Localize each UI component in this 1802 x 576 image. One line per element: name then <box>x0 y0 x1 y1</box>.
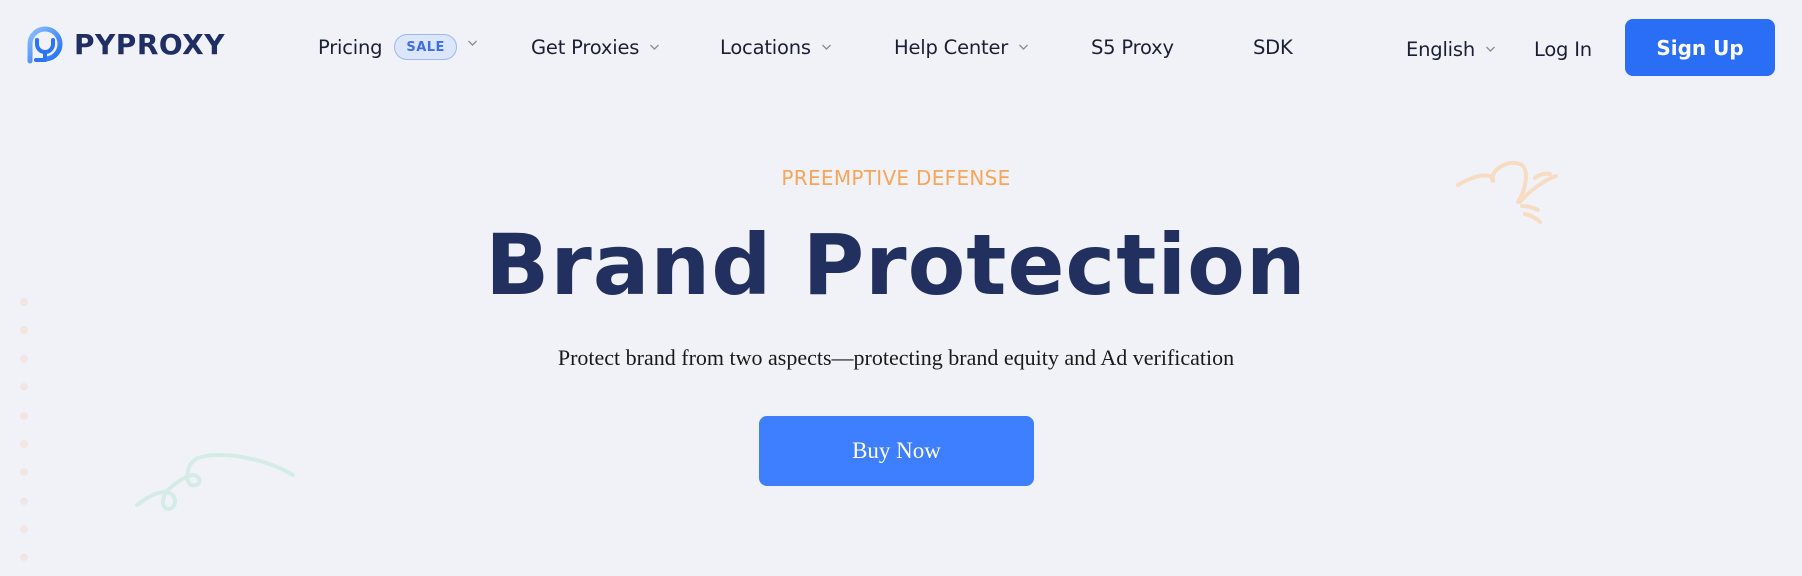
logo-link[interactable]: PYPROXY <box>24 22 225 66</box>
decorative-dot <box>20 525 28 533</box>
nav-item-label: SDK <box>1253 35 1293 59</box>
decorative-dot <box>20 440 28 448</box>
hero-eyebrow: PREEMPTIVE DEFENSE <box>781 166 1011 190</box>
nav-item-label: Pricing <box>318 35 383 59</box>
nav-item-label: Help Center <box>894 35 1009 59</box>
nav-item-sdk[interactable]: SDK <box>1253 32 1293 62</box>
hero-subtitle: Protect brand from two aspects—protectin… <box>557 345 1235 370</box>
chevron-down-icon <box>467 40 477 46</box>
decorative-dot <box>20 468 28 476</box>
nav-item-help-center[interactable]: Help Center <box>894 32 1029 62</box>
buy-now-button[interactable]: Buy Now <box>759 416 1034 486</box>
page-title: Brand Protection <box>485 216 1307 314</box>
language-label: English <box>1406 37 1476 61</box>
login-label: Log In <box>1534 37 1592 61</box>
decorative-dot <box>20 553 28 561</box>
nav-item-s5-proxy[interactable]: S5 Proxy <box>1091 32 1174 62</box>
nav-item-label: S5 Proxy <box>1091 35 1174 59</box>
decorative-squiggle-green <box>135 452 295 512</box>
nav-item-pricing[interactable]: Pricing SALE <box>318 32 478 62</box>
nav-item-locations[interactable]: Locations <box>720 32 832 62</box>
decorative-dot <box>20 412 28 420</box>
decorative-dot <box>20 326 28 334</box>
decorative-dot <box>20 497 28 505</box>
nav-item-label: Get Proxies <box>531 35 640 59</box>
site-header: PYPROXY Pricing SALE Get Proxies Locatio… <box>0 0 1802 94</box>
sale-badge: SALE <box>394 34 457 60</box>
signup-button[interactable]: Sign Up <box>1625 19 1775 76</box>
chevron-down-icon <box>1486 46 1496 52</box>
login-link[interactable]: Log In <box>1534 34 1592 64</box>
nav-item-get-proxies[interactable]: Get Proxies <box>531 32 660 62</box>
decorative-dot <box>20 383 28 391</box>
nav-item-label: Locations <box>720 35 811 59</box>
chevron-down-icon <box>1019 44 1029 50</box>
pyproxy-logo-icon <box>27 26 63 64</box>
chevron-down-icon <box>650 44 660 50</box>
chevron-down-icon <box>821 44 831 50</box>
language-selector[interactable]: English <box>1406 34 1496 64</box>
brand-name: PYPROXY <box>74 27 226 61</box>
